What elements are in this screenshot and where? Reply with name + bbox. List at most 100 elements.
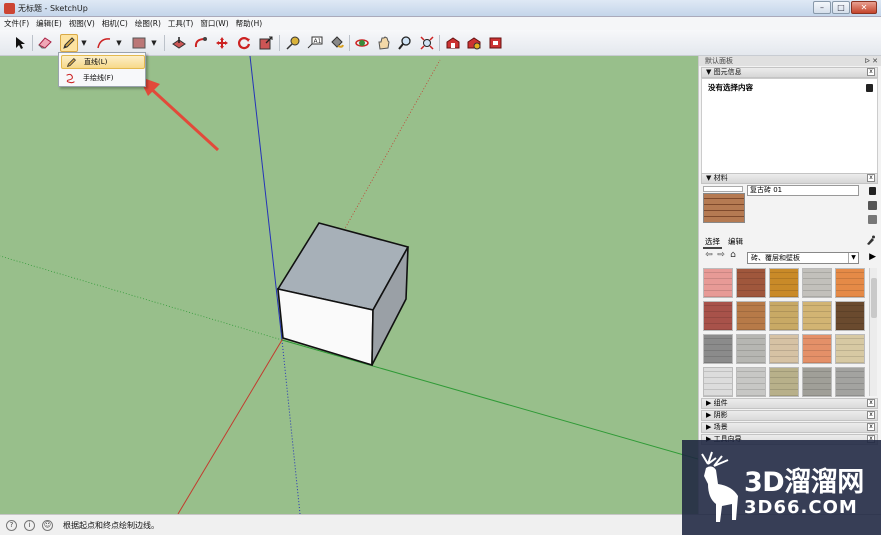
shadows-panel-header[interactable]: ▶ 阴影 x [701, 410, 878, 421]
material-swatch[interactable] [703, 367, 733, 397]
material-swatch[interactable] [802, 268, 832, 298]
current-material-swatch[interactable] [703, 193, 745, 223]
material-swatch[interactable] [802, 367, 832, 397]
pan-icon[interactable] [375, 34, 393, 52]
material-swatch[interactable] [736, 268, 766, 298]
watermark-brand: 3D溜溜网 [744, 467, 864, 498]
material-swatch[interactable] [835, 268, 865, 298]
menu-view[interactable]: 视图(V) [69, 18, 95, 29]
zoom-extents-icon[interactable] [418, 34, 436, 52]
modeling-viewport[interactable] [0, 56, 698, 514]
zoom-icon[interactable] [396, 34, 414, 52]
swatch-scroll-thumb[interactable] [871, 278, 877, 318]
warehouse-icon[interactable] [444, 34, 462, 52]
material-lock-icon [869, 187, 876, 195]
menu-item-line[interactable]: 直线(L) [61, 55, 145, 69]
text-icon[interactable]: A1 [306, 34, 324, 52]
arc-tool-dropdown[interactable]: ▼ [115, 34, 123, 52]
material-swatch[interactable] [835, 367, 865, 397]
material-swatch[interactable] [736, 367, 766, 397]
move-icon[interactable] [213, 34, 231, 52]
share-model-icon[interactable] [465, 34, 483, 52]
select-icon[interactable] [11, 34, 29, 52]
material-swatch[interactable] [736, 334, 766, 364]
materials-nav: ⇦ ⇨ ⌂ [703, 250, 739, 261]
menu-draw[interactable]: 绘图(R) [135, 18, 161, 29]
components-panel-header[interactable]: ▶ 组件 x [701, 398, 878, 409]
eyedropper-icon[interactable] [866, 235, 875, 247]
watermark-url: 3D66.COM [744, 497, 858, 518]
materials-header[interactable]: ▼ 材料 x [701, 173, 878, 184]
entity-info-close-button[interactable]: x [867, 68, 875, 76]
menu-file[interactable]: 文件(F) [4, 18, 29, 29]
materials-close-button[interactable]: x [867, 174, 875, 182]
tab-select[interactable]: 选择 [703, 236, 722, 249]
shape-tool-dropdown[interactable]: ▼ [150, 34, 158, 52]
eraser-icon[interactable] [36, 34, 54, 52]
orbit-icon[interactable] [353, 34, 371, 52]
tape-measure-icon[interactable] [284, 34, 302, 52]
menu-window[interactable]: 窗口(W) [200, 18, 228, 29]
pencil-icon[interactable] [60, 34, 78, 52]
material-swatch[interactable] [769, 334, 799, 364]
extension-icon[interactable] [487, 34, 505, 52]
menu-help[interactable]: 帮助(H) [236, 18, 263, 29]
info-icon[interactable]: i [24, 519, 35, 531]
paint-bucket-icon[interactable] [328, 34, 346, 52]
home-icon[interactable]: ⌂ [727, 250, 739, 261]
scale-icon[interactable] [257, 34, 275, 52]
box-model[interactable] [276, 222, 410, 367]
material-name-field[interactable]: 复古砖 01 [747, 185, 859, 196]
menu-item-freehand[interactable]: 手绘线(F) [61, 71, 145, 85]
shadows-close-button[interactable]: x [867, 411, 875, 419]
entity-info-header[interactable]: ▼ 图元信息 x [701, 67, 878, 78]
followme-icon[interactable] [192, 34, 210, 52]
material-swatch[interactable] [703, 334, 733, 364]
user-account-icon[interactable]: ☺ [42, 519, 53, 531]
pushpull-icon[interactable] [170, 34, 188, 52]
green-axis-dotted [0, 255, 283, 341]
svg-text:A1: A1 [314, 38, 322, 45]
swatch-scrollbar[interactable] [869, 268, 877, 396]
menu-edit[interactable]: 编辑(E) [36, 18, 62, 29]
minimize-button[interactable]: – [813, 1, 831, 14]
create-material-icon[interactable] [868, 201, 877, 210]
materials-title: 材料 [713, 174, 728, 182]
material-library-select[interactable]: 砖、覆层和壁板 ▼ [747, 252, 859, 264]
material-swatch-grid [703, 268, 869, 397]
menu-tools[interactable]: 工具(T) [168, 18, 193, 29]
maximize-button[interactable]: □ [832, 1, 850, 14]
details-arrow-icon[interactable]: ▶ [869, 252, 876, 262]
material-swatch[interactable] [802, 301, 832, 331]
arc-icon[interactable] [95, 34, 113, 52]
rectangle-icon[interactable] [130, 34, 148, 52]
back-arrow-icon[interactable]: ⇦ [703, 250, 715, 261]
material-swatch[interactable] [769, 367, 799, 397]
rotate-icon[interactable] [235, 34, 253, 52]
close-button[interactable]: ✕ [851, 1, 877, 14]
line-tool-dropdown[interactable]: ▼ [80, 34, 88, 52]
pencil-icon [64, 56, 78, 68]
material-swatch[interactable] [769, 301, 799, 331]
forward-arrow-icon[interactable]: ⇨ [715, 250, 727, 261]
sketchup-app-icon [4, 2, 15, 14]
geo-location-icon[interactable]: ? [6, 519, 17, 531]
material-swatch[interactable] [703, 268, 733, 298]
material-swatch[interactable] [736, 301, 766, 331]
components-title: 组件 [713, 399, 728, 407]
default-material-swatch[interactable] [703, 186, 743, 192]
menu-camera[interactable]: 相机(C) [102, 18, 128, 29]
components-close-button[interactable]: x [867, 399, 875, 407]
material-swatch[interactable] [703, 301, 733, 331]
window-controls: – □ ✕ [813, 1, 877, 14]
tray-controls[interactable]: ᐅ ✕ [865, 56, 878, 66]
entity-info-status: 没有选择内容 [708, 83, 753, 92]
material-swatch[interactable] [835, 301, 865, 331]
scenes-panel-header[interactable]: ▶ 场景 x [701, 422, 878, 433]
material-swatch[interactable] [802, 334, 832, 364]
tab-edit[interactable]: 编辑 [726, 236, 745, 249]
material-swatch[interactable] [835, 334, 865, 364]
material-swatch[interactable] [769, 268, 799, 298]
default-material-icon[interactable] [868, 215, 877, 224]
scenes-close-button[interactable]: x [867, 423, 875, 431]
